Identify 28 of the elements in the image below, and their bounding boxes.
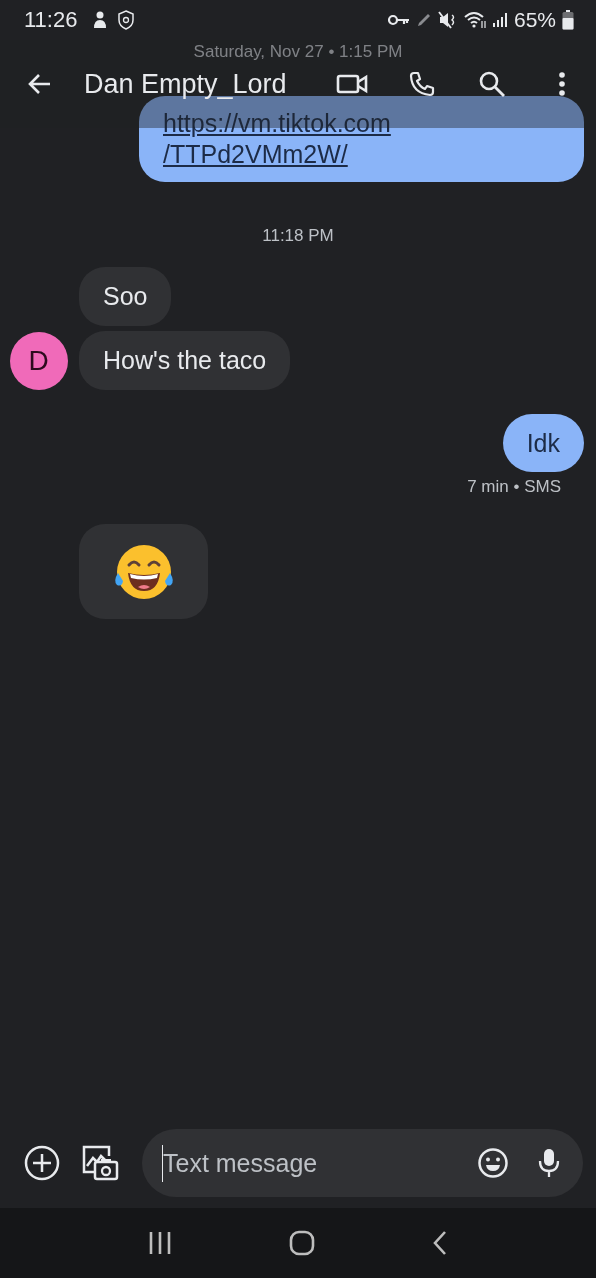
phone-icon [408,70,436,98]
back-nav-button[interactable] [431,1230,448,1256]
received-message: How's the taco [79,331,291,390]
signal-icon [491,12,508,28]
timestamp: 11:18 PM [261,226,335,246]
add-circle-icon [24,1145,60,1181]
received-message: Soo [79,267,172,326]
emoji-icon[interactable] [477,1147,509,1179]
video-camera-icon [336,72,368,96]
battery-percentage: 65% [513,8,556,32]
key-icon [387,13,410,27]
search-icon [478,70,506,98]
shield-icon [117,10,136,30]
more-options-icon [558,71,566,97]
recent-apps-button[interactable] [148,1231,173,1255]
home-button[interactable] [289,1230,315,1256]
contact-avatar[interactable]: D [9,331,68,390]
date-divider: Saturday, Nov 27 • 1:15 PM [192,42,404,62]
gallery-camera-icon [81,1144,119,1182]
wifi-icon [463,11,486,29]
message-input-field[interactable]: Text message [162,1144,449,1182]
pencil-icon [415,12,432,28]
message-status: 7 min • SMS [466,478,562,496]
status-time: 11:26 [24,7,78,33]
sent-message: Idk [502,414,584,472]
battery-icon [562,10,574,30]
microphone-icon[interactable] [537,1147,561,1179]
message-compose-box[interactable]: Text message [142,1129,583,1197]
